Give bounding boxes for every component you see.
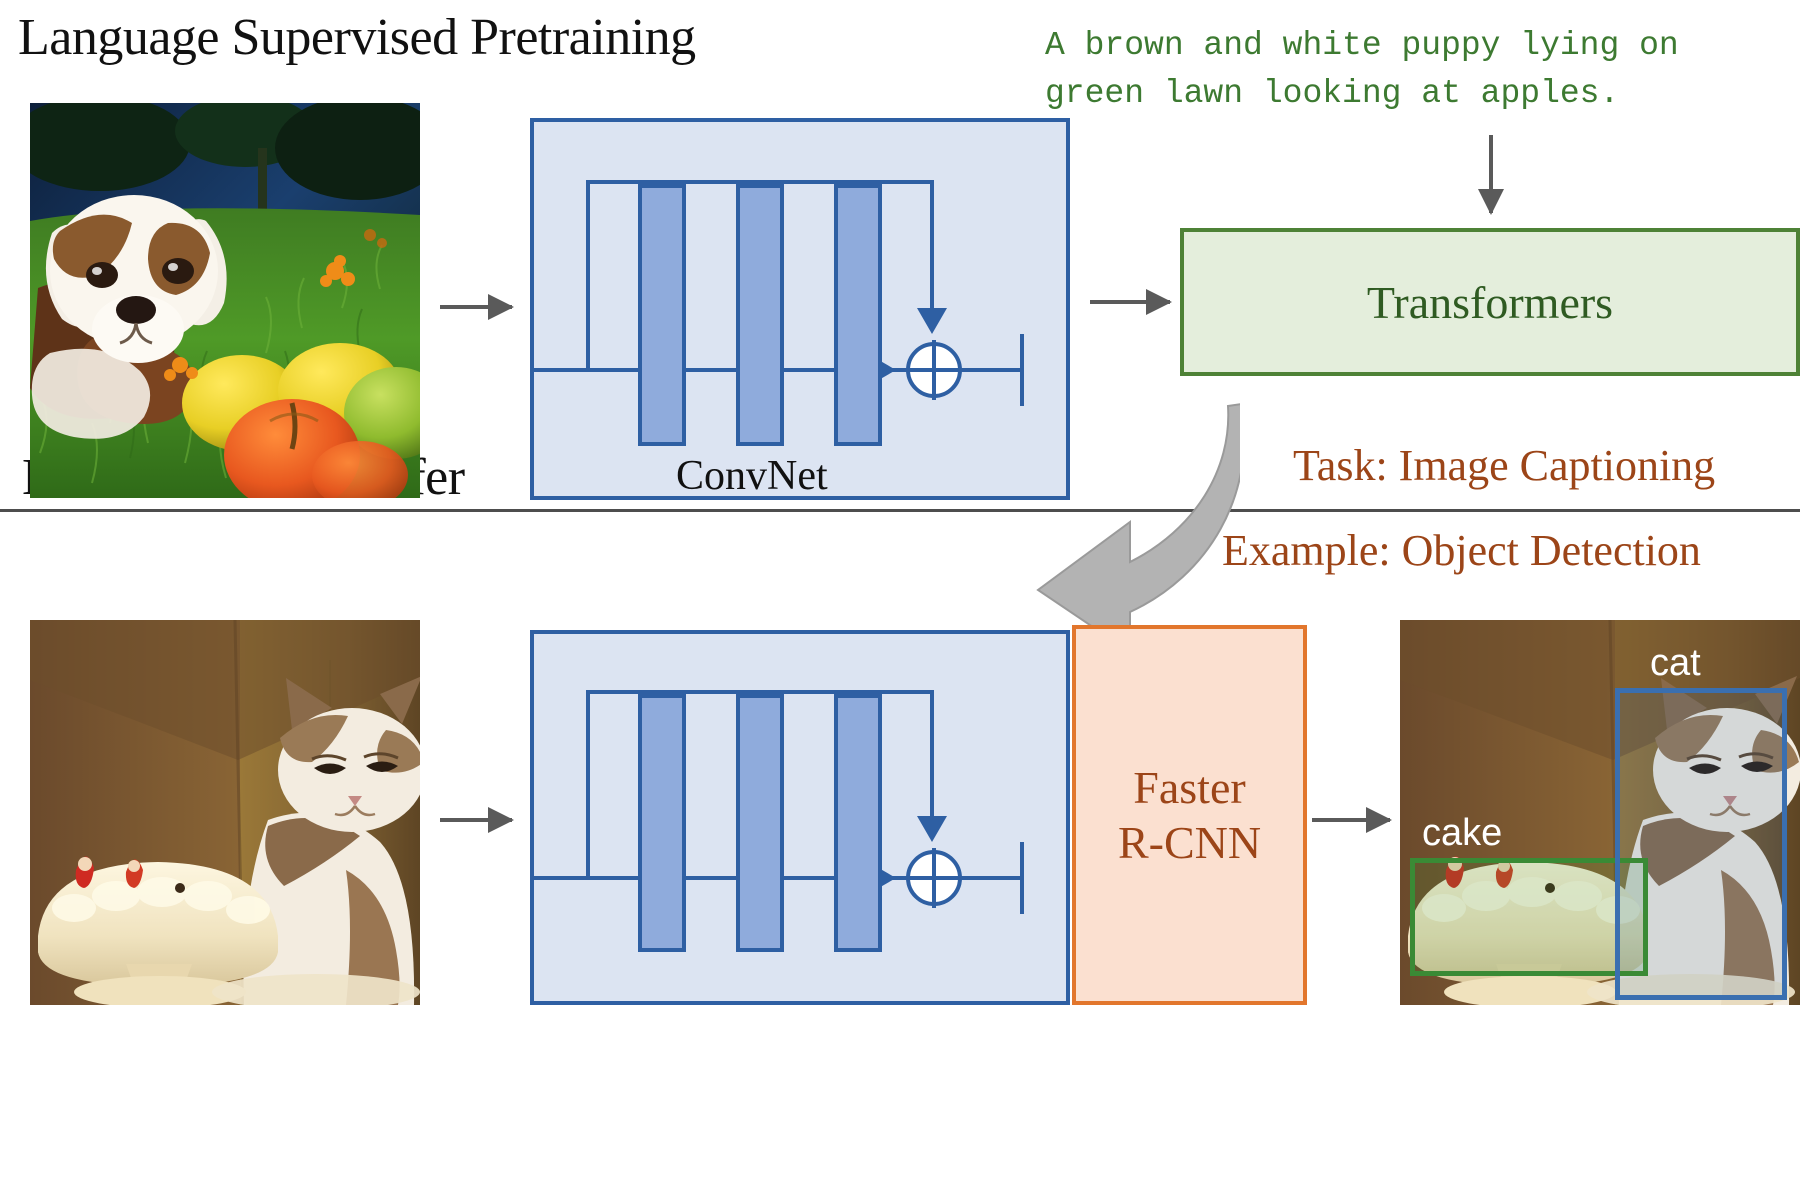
bounding-box-cake [1410,858,1648,976]
conv-layer-bar-6 [834,694,882,952]
transformers-block: Transformers [1180,228,1800,376]
detection-label-cake: cake [1422,812,1503,854]
residual-add-icon-2 [904,848,964,908]
conv-layer-bar-4 [638,694,686,952]
trunk-seg0 [586,368,638,372]
skip-arrowhead-down [917,308,947,334]
task-annotation: Task: Image Captioning [1293,441,1716,490]
skip-left-vertical [586,180,590,370]
arrow-input-to-convnet-bottom [440,807,514,833]
trunk-exit [954,368,1024,372]
residual-add-icon [904,340,964,400]
skip-right-vertical [930,180,934,314]
bounding-box-cat [1615,688,1787,1000]
skip-arrowhead-down-2 [917,816,947,842]
dog-photo-illustration [30,103,420,498]
cat-photo-illustration [30,620,420,1005]
conv-layer-bar-2 [736,184,784,446]
arrow-convnet-to-transformers [1090,289,1172,315]
example-annotation: Example: Object Detection [1222,526,1701,575]
transformers-label: Transformers [1366,276,1614,328]
faster-rcnn-label: Faster R-CNN [1117,761,1262,868]
trunk-seg0-2 [586,876,638,880]
trunk-entry-2 [530,876,590,880]
trunk-exit-tee-2 [1020,842,1024,914]
trunk-entry [530,368,590,372]
arrow-frcnn-to-detection [1312,807,1392,833]
conv-layer-bar-3 [834,184,882,446]
arrow-input-to-convnet-top [440,294,514,320]
detection-output-image: cake cat [1400,620,1800,1005]
convnet-label-top: ConvNet [676,453,828,499]
trunk-exit-2 [954,876,1024,880]
conv-layer-bar-5 [736,694,784,952]
detection-label-cat: cat [1650,642,1701,684]
image-caption-text: A brown and white puppy lying on green l… [1045,27,1679,112]
pretraining-section-title: Language Supervised Pretraining [18,9,696,66]
downstream-input-image [30,620,420,1005]
conv-layer-bar-1 [638,184,686,446]
faster-rcnn-block: Faster R-CNN [1072,625,1307,1005]
figure-canvas: Language Supervised Pretraining Downstre… [0,0,1800,1200]
arrow-caption-to-transformers [1478,135,1504,215]
pretraining-input-image [30,103,420,498]
section-divider [0,509,1800,512]
convnet-block-downstream [530,630,1070,1005]
trunk-exit-tee [1020,334,1024,406]
skip-right-vertical-2 [930,690,934,822]
skip-left-vertical-2 [586,690,590,876]
